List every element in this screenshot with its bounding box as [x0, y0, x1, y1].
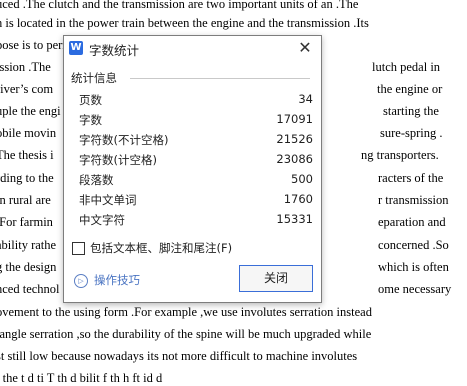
doc-line: uced .The clutch and the transmission ar… [0, 0, 359, 11]
stat-label: 字数 [79, 113, 102, 127]
doc-line: The thesis i [0, 148, 54, 162]
doc-line: concerned .So [378, 238, 449, 252]
stat-value: 17091 [276, 112, 313, 126]
doc-line: i the t d ti T th d bilit f th h ft id d [0, 371, 163, 385]
doc-line: st still low because nowadays its not mo… [0, 349, 358, 363]
doc-line: uple the engi [0, 104, 61, 118]
stat-value: 23086 [276, 152, 313, 166]
doc-line: pose is to perm [0, 38, 73, 52]
stat-label: 字符数(不计空格) [79, 133, 169, 147]
close-button[interactable]: 关闭 [239, 265, 313, 292]
wps-writer-icon: W [69, 41, 83, 55]
stat-row-chars-with-spaces: 字符数(计空格) 23086 [79, 152, 313, 172]
doc-line: river’s com [0, 82, 54, 96]
doc-line: the engine or [377, 82, 443, 96]
close-icon[interactable]: ✕ [295, 38, 315, 58]
doc-line: g the design [0, 260, 57, 274]
stat-row-chinese-chars: 中文字符 15331 [79, 212, 313, 232]
doc-line: obile movin [0, 126, 57, 140]
doc-line: sure-spring . [380, 126, 443, 140]
doc-line: tangle serration ,so the durability of t… [0, 327, 372, 341]
doc-line: rding to the [0, 171, 54, 185]
stat-row-words: 字数 17091 [79, 112, 313, 132]
stat-value: 15331 [276, 212, 313, 226]
stat-row-chars-no-spaces: 字符数(不计空格) 21526 [79, 132, 313, 152]
doc-line: which is often [378, 260, 449, 274]
doc-line: ission .The [0, 60, 51, 74]
doc-line: nced technol [0, 282, 60, 296]
stat-label: 段落数 [79, 173, 114, 187]
doc-line: racters of the [378, 171, 444, 185]
include-textboxes-checkbox[interactable] [72, 242, 85, 255]
dialog-title-bar[interactable]: W 字数统计 ✕ [64, 36, 321, 60]
doc-line: ovement to the using form .For example ,… [0, 305, 372, 319]
doc-line: eparation and [378, 215, 446, 229]
play-circle-icon: ▷ [74, 274, 88, 288]
group-divider [130, 78, 310, 79]
doc-line: starting the [383, 104, 439, 118]
stat-value: 34 [298, 92, 313, 106]
stat-label: 非中文单词 [79, 193, 137, 207]
stat-label: 页数 [79, 93, 102, 107]
stat-row-paragraphs: 段落数 500 [79, 172, 313, 192]
dialog-title: 字数统计 [89, 43, 140, 58]
include-textboxes-label[interactable]: 包括文本框、脚注和尾注(F) [90, 240, 232, 256]
tips-link-label[interactable]: 操作技巧 [94, 272, 140, 288]
stat-value: 21526 [276, 132, 313, 146]
doc-line: in rural are [0, 193, 51, 207]
doc-line: .For farmin [0, 215, 53, 229]
stat-label: 字符数(计空格) [79, 153, 157, 167]
stat-row-pages: 页数 34 [79, 92, 313, 112]
doc-line: ng transporters. [361, 148, 439, 162]
doc-line: r transmission [378, 193, 449, 207]
stat-label: 中文字符 [79, 213, 125, 227]
word-count-dialog: W 字数统计 ✕ 统计信息 页数 34 字数 17091 字符数(不计空格) 2… [63, 35, 322, 303]
stat-value: 1760 [283, 192, 313, 206]
stat-value: 500 [291, 172, 313, 186]
doc-line: ability rathe [0, 238, 57, 252]
statistics-group-label: 统计信息 [71, 71, 117, 85]
stat-row-non-chinese-words: 非中文单词 1760 [79, 192, 313, 212]
doc-line: ome necessary [378, 282, 452, 296]
doc-line: lutch pedal in [372, 60, 441, 74]
doc-line: n is located in the power train between … [0, 16, 369, 30]
